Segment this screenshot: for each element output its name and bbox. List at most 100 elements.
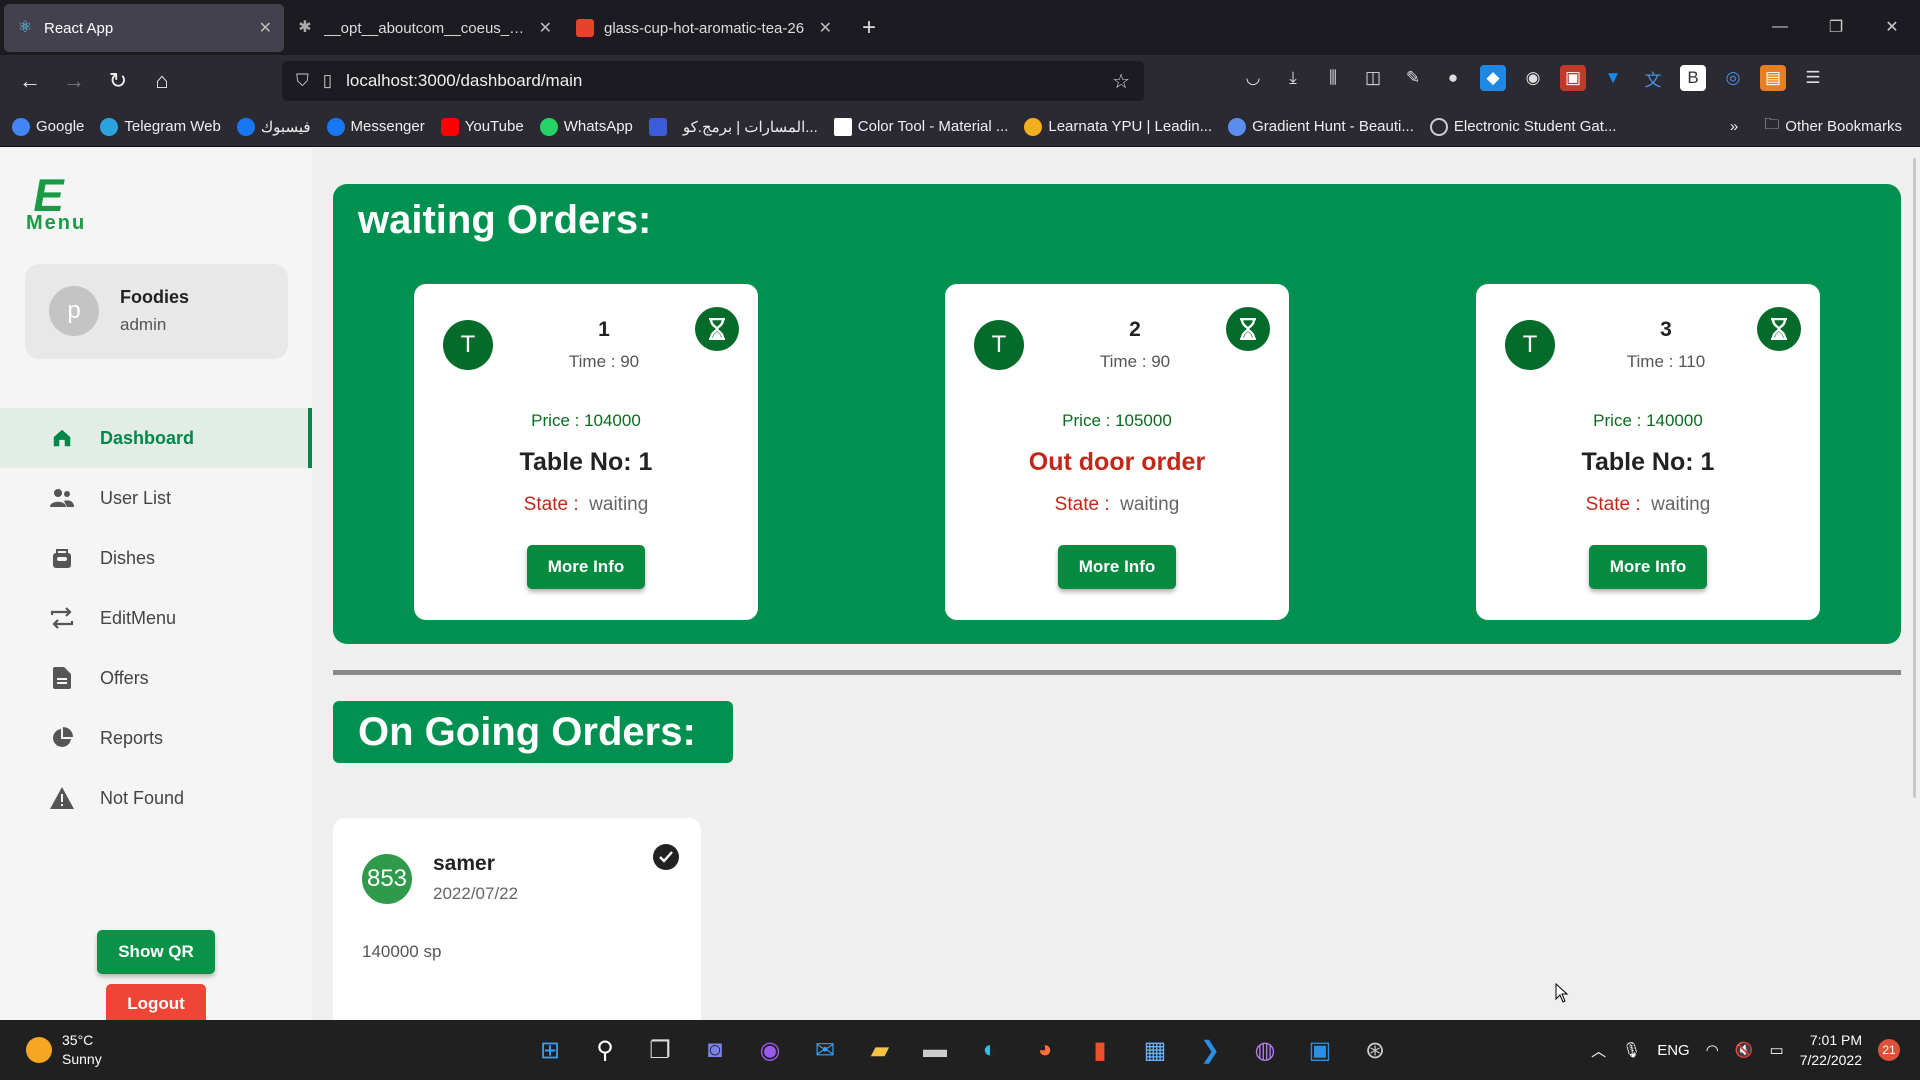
gradient-hunt-icon bbox=[1228, 117, 1247, 136]
sidebar-item-dashboard[interactable]: Dashboard bbox=[0, 408, 312, 468]
translate-icon[interactable]: 文 bbox=[1640, 65, 1666, 91]
bookmark-learnata[interactable]: Learnata YPU | Leadin... bbox=[1024, 117, 1212, 136]
bookmark-google[interactable]: Google bbox=[12, 117, 84, 136]
order-price: Price : 140000 bbox=[1593, 411, 1703, 430]
sidebar-item-offers[interactable]: Offers bbox=[0, 648, 312, 708]
podcast-app-icon[interactable]: ◉ bbox=[750, 1030, 790, 1070]
microphone-icon[interactable]: 🎙 bbox=[1622, 1041, 1641, 1059]
extension-icon[interactable]: ◎ bbox=[1720, 65, 1746, 91]
sidebar-item-reports[interactable]: Reports bbox=[0, 708, 312, 768]
other-bookmarks[interactable]: 🗀 Other Bookmarks bbox=[1764, 114, 1902, 139]
order-card: T 2 Time : 90 Price : 105000 Out door or… bbox=[945, 284, 1289, 620]
teams-chat-icon[interactable]: ◙ bbox=[695, 1030, 735, 1070]
order-badge: 853 bbox=[362, 854, 412, 904]
new-tab-icon[interactable]: + bbox=[862, 14, 876, 42]
order-time: Time : 90 bbox=[1099, 352, 1171, 371]
extension-icon[interactable]: ◆ bbox=[1480, 65, 1506, 91]
pen-icon[interactable]: ✎ bbox=[1400, 65, 1426, 91]
sidebar-item-dishes[interactable]: Dishes bbox=[0, 528, 312, 588]
more-info-button[interactable]: More Info bbox=[1589, 545, 1707, 589]
scrollbar[interactable] bbox=[1913, 158, 1916, 798]
order-card: T 1 Time : 90 Price : 104000 Table No: 1… bbox=[414, 284, 758, 620]
show-qr-button[interactable]: Show QR bbox=[97, 930, 215, 974]
url-text[interactable]: localhost:3000/dashboard/main bbox=[346, 71, 582, 91]
reload-icon[interactable]: ↻ bbox=[96, 59, 140, 103]
bookmark-esg[interactable]: Electronic Student Gat... bbox=[1429, 117, 1616, 136]
office-icon[interactable]: ▮ bbox=[1080, 1030, 1120, 1070]
firefox-icon[interactable]: ◕ bbox=[1025, 1030, 1065, 1070]
bookmark-gradient-hunt[interactable]: Gradient Hunt - Beauti... bbox=[1228, 117, 1414, 136]
bookmark-youtube[interactable]: YouTube bbox=[440, 117, 524, 136]
bookmark-facebook[interactable]: فيسبوك bbox=[236, 117, 311, 136]
user-role: admin bbox=[120, 315, 167, 334]
pocket-icon[interactable]: ◡ bbox=[1240, 65, 1266, 91]
bookmark-telegram[interactable]: Telegram Web bbox=[100, 117, 221, 136]
star-icon[interactable]: ☆ bbox=[1112, 69, 1130, 94]
tab-aboutcom[interactable]: ✱ __opt__aboutcom__coeus__resources ✕ bbox=[284, 4, 564, 52]
sidebar-icon[interactable]: ◫ bbox=[1360, 65, 1386, 91]
tab-glass-cup[interactable]: glass-cup-hot-aromatic-tea-26 ✕ bbox=[564, 4, 844, 52]
customer-name: samer bbox=[433, 852, 495, 875]
shield-icon[interactable]: ⛉ bbox=[296, 71, 309, 91]
messenger-icon bbox=[326, 117, 345, 136]
check-circle-icon[interactable] bbox=[653, 844, 679, 870]
chevron-double-right-icon[interactable]: » bbox=[1730, 118, 1738, 135]
gear-icon: ✱ bbox=[298, 19, 312, 36]
language-indicator[interactable]: ENG bbox=[1657, 1042, 1690, 1059]
home-icon[interactable]: ⌂ bbox=[140, 59, 184, 103]
bookmark-messenger[interactable]: Messenger bbox=[326, 117, 425, 136]
order-time: Time : 110 bbox=[1626, 352, 1706, 371]
close-window-icon[interactable]: ✕ bbox=[1864, 0, 1920, 54]
minimize-icon[interactable]: — bbox=[1752, 0, 1808, 54]
mail-icon[interactable]: ✉ bbox=[805, 1030, 845, 1070]
file-explorer-icon[interactable]: ▰ bbox=[860, 1030, 900, 1070]
extension-icon[interactable]: ▤ bbox=[1760, 65, 1786, 91]
url-bar[interactable]: ⛉ ▯ localhost:3000/dashboard/main ☆ bbox=[282, 61, 1144, 101]
extension-icon[interactable]: B bbox=[1680, 65, 1706, 91]
close-icon[interactable]: ✕ bbox=[819, 18, 832, 38]
speaker-muted-icon[interactable]: 🔇 bbox=[1735, 1041, 1754, 1059]
sidebar-item-editmenu[interactable]: EditMenu bbox=[0, 588, 312, 648]
restore-icon[interactable]: ❐ bbox=[1808, 0, 1864, 54]
menu-icon[interactable]: ☰ bbox=[1800, 65, 1826, 91]
bookmark-color-tool[interactable]: Color Tool - Material ... bbox=[833, 117, 1008, 136]
library-icon[interactable]: ⫼ bbox=[1320, 65, 1346, 91]
photos-icon[interactable]: ▦ bbox=[1135, 1030, 1175, 1070]
battery-icon[interactable]: ▭ bbox=[1770, 1041, 1784, 1059]
task-view-icon[interactable]: ❐ bbox=[640, 1030, 680, 1070]
whatsapp-icon bbox=[539, 117, 558, 136]
store-icon[interactable]: ▣ bbox=[1300, 1030, 1340, 1070]
chevron-up-icon[interactable]: ︿ bbox=[1591, 1040, 1606, 1061]
extension-icon[interactable]: ◉ bbox=[1520, 65, 1546, 91]
search-icon[interactable]: ⚲ bbox=[585, 1030, 625, 1070]
extension-icon[interactable]: ▼ bbox=[1600, 65, 1626, 91]
back-icon[interactable]: ← bbox=[8, 59, 52, 103]
close-icon[interactable]: ✕ bbox=[539, 18, 552, 38]
bookmark-whatsapp[interactable]: WhatsApp bbox=[539, 117, 633, 136]
vscode-icon[interactable]: ❯ bbox=[1190, 1030, 1230, 1070]
logout-button[interactable]: Logout bbox=[106, 984, 206, 1024]
order-number: 3 bbox=[1660, 318, 1672, 341]
tab-title: __opt__aboutcom__coeus__resources bbox=[324, 19, 529, 37]
extension-icon[interactable]: ● bbox=[1440, 65, 1466, 91]
clock[interactable]: 7:01 PM 7/22/2022 bbox=[1800, 1030, 1862, 1070]
chrome-icon[interactable]: ⊛ bbox=[1355, 1030, 1395, 1070]
github-icon[interactable]: ◍ bbox=[1245, 1030, 1285, 1070]
extension-icon[interactable]: ▣ bbox=[1560, 65, 1586, 91]
weather-widget[interactable]: 35°C Sunny bbox=[26, 1031, 102, 1069]
download-icon[interactable]: ⤓ bbox=[1280, 65, 1306, 91]
bookmark-icon-only[interactable] bbox=[648, 117, 667, 136]
edge-icon[interactable]: ◐ bbox=[970, 1030, 1010, 1070]
terminal-icon[interactable]: ▬ bbox=[915, 1030, 955, 1070]
forward-icon[interactable]: → bbox=[52, 59, 96, 103]
more-info-button[interactable]: More Info bbox=[527, 545, 645, 589]
bookmark-barmej[interactable]: المسارات | برمج.كو... bbox=[683, 118, 818, 136]
notification-badge[interactable]: 21 bbox=[1878, 1039, 1900, 1061]
sidebar-item-user-list[interactable]: User List bbox=[0, 468, 312, 528]
tab-react-app[interactable]: ⚛ React App ✕ bbox=[4, 4, 284, 52]
close-icon[interactable]: ✕ bbox=[259, 18, 272, 38]
sidebar-item-not-found[interactable]: Not Found bbox=[0, 768, 312, 828]
wifi-icon[interactable]: ◠ bbox=[1706, 1041, 1719, 1059]
windows-start-icon[interactable]: ⊞ bbox=[530, 1030, 570, 1070]
more-info-button[interactable]: More Info bbox=[1058, 545, 1176, 589]
